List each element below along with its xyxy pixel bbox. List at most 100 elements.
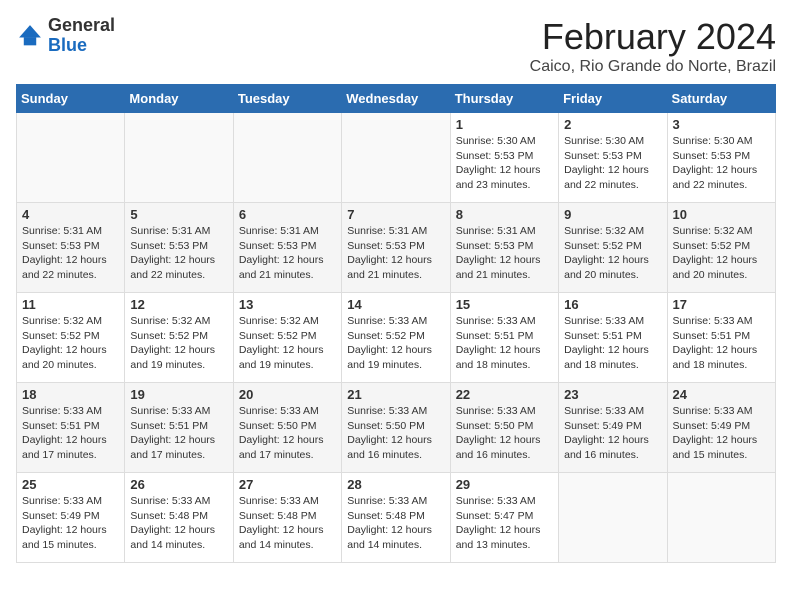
calendar-cell: 12 Sunrise: 5:32 AM Sunset: 5:52 PM Dayli… [125, 293, 233, 383]
weekday-header: Friday [559, 85, 667, 113]
day-info: Sunrise: 5:31 AM Sunset: 5:53 PM Dayligh… [130, 224, 227, 283]
calendar-cell: 22 Sunrise: 5:33 AM Sunset: 5:50 PM Dayli… [450, 383, 558, 473]
day-info: Sunrise: 5:32 AM Sunset: 5:52 PM Dayligh… [564, 224, 661, 283]
calendar-cell: 23 Sunrise: 5:33 AM Sunset: 5:49 PM Dayli… [559, 383, 667, 473]
calendar-cell: 3 Sunrise: 5:30 AM Sunset: 5:53 PM Daylig… [667, 113, 775, 203]
calendar-week-row: 18 Sunrise: 5:33 AM Sunset: 5:51 PM Dayli… [17, 383, 776, 473]
calendar-cell [17, 113, 125, 203]
calendar-cell: 5 Sunrise: 5:31 AM Sunset: 5:53 PM Daylig… [125, 203, 233, 293]
calendar-cell [125, 113, 233, 203]
calendar-cell: 6 Sunrise: 5:31 AM Sunset: 5:53 PM Daylig… [233, 203, 341, 293]
day-number: 22 [456, 387, 553, 402]
day-number: 6 [239, 207, 336, 222]
day-info: Sunrise: 5:33 AM Sunset: 5:48 PM Dayligh… [130, 494, 227, 553]
day-number: 4 [22, 207, 119, 222]
calendar-cell: 25 Sunrise: 5:33 AM Sunset: 5:49 PM Dayli… [17, 473, 125, 563]
calendar-cell: 1Sunrise: 5:30 AM Sunset: 5:53 PM Daylig… [450, 113, 558, 203]
day-number: 16 [564, 297, 661, 312]
day-info: Sunrise: 5:33 AM Sunset: 5:51 PM Dayligh… [456, 314, 553, 373]
calendar-cell: 13 Sunrise: 5:32 AM Sunset: 5:52 PM Dayli… [233, 293, 341, 383]
calendar-week-row: 25 Sunrise: 5:33 AM Sunset: 5:49 PM Dayli… [17, 473, 776, 563]
day-info: Sunrise: 5:33 AM Sunset: 5:48 PM Dayligh… [347, 494, 444, 553]
day-number: 3 [673, 117, 770, 132]
calendar-week-row: 11Sunrise: 5:32 AM Sunset: 5:52 PM Dayli… [17, 293, 776, 383]
day-number: 25 [22, 477, 119, 492]
calendar-cell: 20Sunrise: 5:33 AM Sunset: 5:50 PM Dayli… [233, 383, 341, 473]
calendar-cell: 24Sunrise: 5:33 AM Sunset: 5:49 PM Dayli… [667, 383, 775, 473]
day-number: 9 [564, 207, 661, 222]
day-number: 14 [347, 297, 444, 312]
page-header: General Blue February 2024 Caico, Rio Gr… [16, 16, 776, 76]
calendar-cell: 17 Sunrise: 5:33 AM Sunset: 5:51 PM Dayli… [667, 293, 775, 383]
calendar-cell: 4 Sunrise: 5:31 AM Sunset: 5:53 PM Daylig… [17, 203, 125, 293]
calendar-cell: 11Sunrise: 5:32 AM Sunset: 5:52 PM Dayli… [17, 293, 125, 383]
calendar-week-row: 1Sunrise: 5:30 AM Sunset: 5:53 PM Daylig… [17, 113, 776, 203]
calendar-cell: 29 Sunrise: 5:33 AM Sunset: 5:47 PM Dayli… [450, 473, 558, 563]
day-info: Sunrise: 5:33 AM Sunset: 5:51 PM Dayligh… [130, 404, 227, 463]
day-number: 10 [673, 207, 770, 222]
day-number: 17 [673, 297, 770, 312]
calendar-cell: 2 Sunrise: 5:30 AM Sunset: 5:53 PM Daylig… [559, 113, 667, 203]
day-info: Sunrise: 5:33 AM Sunset: 5:50 PM Dayligh… [347, 404, 444, 463]
day-info: Sunrise: 5:30 AM Sunset: 5:53 PM Dayligh… [456, 134, 553, 193]
day-number: 15 [456, 297, 553, 312]
calendar-cell [342, 113, 450, 203]
location-title: Caico, Rio Grande do Norte, Brazil [530, 58, 776, 76]
day-info: Sunrise: 5:33 AM Sunset: 5:51 PM Dayligh… [564, 314, 661, 373]
day-info: Sunrise: 5:32 AM Sunset: 5:52 PM Dayligh… [130, 314, 227, 373]
month-title: February 2024 [530, 16, 776, 58]
logo-text: General Blue [48, 16, 115, 56]
day-number: 21 [347, 387, 444, 402]
calendar-cell: 15 Sunrise: 5:33 AM Sunset: 5:51 PM Dayli… [450, 293, 558, 383]
day-info: Sunrise: 5:31 AM Sunset: 5:53 PM Dayligh… [239, 224, 336, 283]
day-info: Sunrise: 5:33 AM Sunset: 5:51 PM Dayligh… [22, 404, 119, 463]
day-number: 29 [456, 477, 553, 492]
calendar-cell: 21 Sunrise: 5:33 AM Sunset: 5:50 PM Dayli… [342, 383, 450, 473]
calendar-cell: 14 Sunrise: 5:33 AM Sunset: 5:52 PM Dayli… [342, 293, 450, 383]
day-number: 2 [564, 117, 661, 132]
logo-blue: Blue [48, 35, 87, 55]
weekday-header: Thursday [450, 85, 558, 113]
day-info: Sunrise: 5:33 AM Sunset: 5:52 PM Dayligh… [347, 314, 444, 373]
day-number: 23 [564, 387, 661, 402]
weekday-header-row: SundayMondayTuesdayWednesdayThursdayFrid… [17, 85, 776, 113]
day-number: 5 [130, 207, 227, 222]
weekday-header: Wednesday [342, 85, 450, 113]
calendar-cell: 7Sunrise: 5:31 AM Sunset: 5:53 PM Daylig… [342, 203, 450, 293]
day-info: Sunrise: 5:33 AM Sunset: 5:47 PM Dayligh… [456, 494, 553, 553]
title-block: February 2024 Caico, Rio Grande do Norte… [530, 16, 776, 76]
calendar-cell: 26 Sunrise: 5:33 AM Sunset: 5:48 PM Dayli… [125, 473, 233, 563]
day-info: Sunrise: 5:33 AM Sunset: 5:50 PM Dayligh… [456, 404, 553, 463]
day-number: 8 [456, 207, 553, 222]
calendar-cell: 16 Sunrise: 5:33 AM Sunset: 5:51 PM Dayli… [559, 293, 667, 383]
calendar-cell: 19 Sunrise: 5:33 AM Sunset: 5:51 PM Dayli… [125, 383, 233, 473]
day-info: Sunrise: 5:30 AM Sunset: 5:53 PM Dayligh… [673, 134, 770, 193]
day-info: Sunrise: 5:33 AM Sunset: 5:49 PM Dayligh… [564, 404, 661, 463]
logo-icon [16, 22, 44, 50]
day-number: 19 [130, 387, 227, 402]
day-info: Sunrise: 5:33 AM Sunset: 5:51 PM Dayligh… [673, 314, 770, 373]
day-number: 12 [130, 297, 227, 312]
day-info: Sunrise: 5:32 AM Sunset: 5:52 PM Dayligh… [239, 314, 336, 373]
calendar-cell: 27 Sunrise: 5:33 AM Sunset: 5:48 PM Dayli… [233, 473, 341, 563]
day-number: 18 [22, 387, 119, 402]
day-info: Sunrise: 5:33 AM Sunset: 5:49 PM Dayligh… [22, 494, 119, 553]
calendar-cell [233, 113, 341, 203]
calendar-cell: 9 Sunrise: 5:32 AM Sunset: 5:52 PM Daylig… [559, 203, 667, 293]
weekday-header: Sunday [17, 85, 125, 113]
weekday-header: Saturday [667, 85, 775, 113]
day-number: 13 [239, 297, 336, 312]
day-info: Sunrise: 5:33 AM Sunset: 5:48 PM Dayligh… [239, 494, 336, 553]
day-number: 26 [130, 477, 227, 492]
day-info: Sunrise: 5:30 AM Sunset: 5:53 PM Dayligh… [564, 134, 661, 193]
day-info: Sunrise: 5:32 AM Sunset: 5:52 PM Dayligh… [22, 314, 119, 373]
day-number: 20 [239, 387, 336, 402]
day-number: 27 [239, 477, 336, 492]
day-info: Sunrise: 5:31 AM Sunset: 5:53 PM Dayligh… [22, 224, 119, 283]
calendar-cell: 10 Sunrise: 5:32 AM Sunset: 5:52 PM Dayli… [667, 203, 775, 293]
calendar-cell: 28Sunrise: 5:33 AM Sunset: 5:48 PM Dayli… [342, 473, 450, 563]
calendar-table: SundayMondayTuesdayWednesdayThursdayFrid… [16, 84, 776, 563]
day-info: Sunrise: 5:32 AM Sunset: 5:52 PM Dayligh… [673, 224, 770, 283]
day-number: 24 [673, 387, 770, 402]
day-info: Sunrise: 5:31 AM Sunset: 5:53 PM Dayligh… [456, 224, 553, 283]
